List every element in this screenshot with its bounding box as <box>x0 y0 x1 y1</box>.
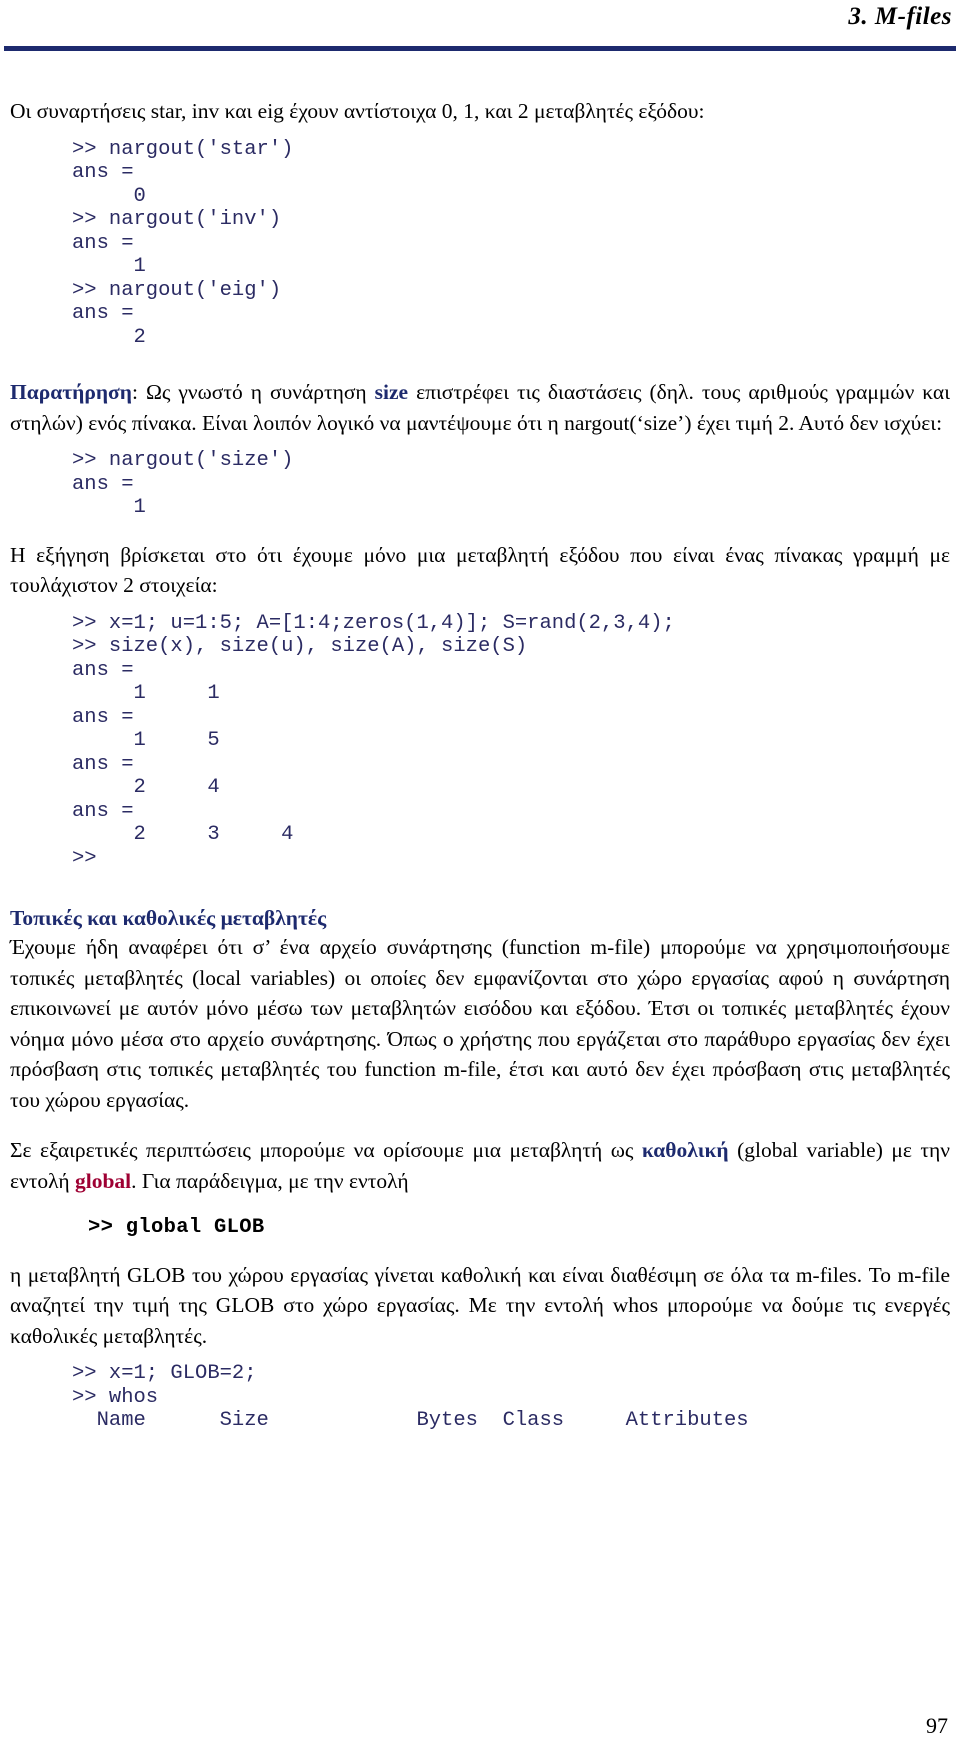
code-block-size-demo: >> x=1; u=1:5; A=[1:4;zeros(1,4)]; S=ran… <box>72 611 675 870</box>
note-label-separator: : <box>131 380 146 404</box>
header-rule-divider <box>4 46 956 51</box>
global-keyword: global <box>75 1168 132 1193</box>
note-paragraph: Παρατήρηση: Ως γνωστό η συνάρτηση size ε… <box>10 377 950 438</box>
code-block-global-declaration: >> global GLOB <box>88 1216 265 1239</box>
document-page: 3. M-files Οι συναρτήσεις star, inv και … <box>0 0 960 1755</box>
section-heading-local-global-variables: Τοπικές και καθολικές μεταβλητές <box>10 906 327 930</box>
page-number: 97 <box>926 1713 948 1738</box>
after-global-paragraph: η μεταβλητή GLOB του χώρου εργασίας γίνε… <box>10 1262 950 1348</box>
explanation-paragraph: Η εξήγηση βρίσκεται στο ότι έχουμε μόνο … <box>10 542 950 598</box>
code-block-whos-demo: >> x=1; GLOB=2; >> whos Name Size Bytes … <box>72 1362 749 1432</box>
code-block-nargout-star-inv-eig: >> nargout('star') ans = 0 >> nargout('i… <box>72 137 294 349</box>
code-block-nargout-size: >> nargout('size') ans = 1 <box>72 449 294 519</box>
intro-paragraph: Οι συναρτήσεις star, inv και eig έχουν α… <box>10 99 705 123</box>
global-intro-paragraph: Σε εξαιρετικές περιπτώσεις μπορούμε να ο… <box>10 1135 950 1196</box>
page-header-title: 3. M-files <box>848 3 952 30</box>
global-intro-part1: Σε εξαιρετικές περιπτώσεις μπορούμε να ο… <box>10 1138 642 1162</box>
note-keyword-size: size <box>374 380 409 404</box>
local-variables-paragraph: Έχουμε ήδη αναφέρει ότι σ’ ένα αρχείο συ… <box>10 935 950 1112</box>
note-label: Παρατήρηση <box>10 380 132 404</box>
note-text-part1: Ως γνωστό η συνάρτηση <box>145 380 375 404</box>
global-intro-kathoiliki: καθολική <box>641 1138 729 1162</box>
page-content: Οι συναρτήσεις star, inv και eig έχουν α… <box>10 96 950 1433</box>
global-intro-part3: . Για παράδειγμα, με την εντολή <box>131 1168 409 1193</box>
